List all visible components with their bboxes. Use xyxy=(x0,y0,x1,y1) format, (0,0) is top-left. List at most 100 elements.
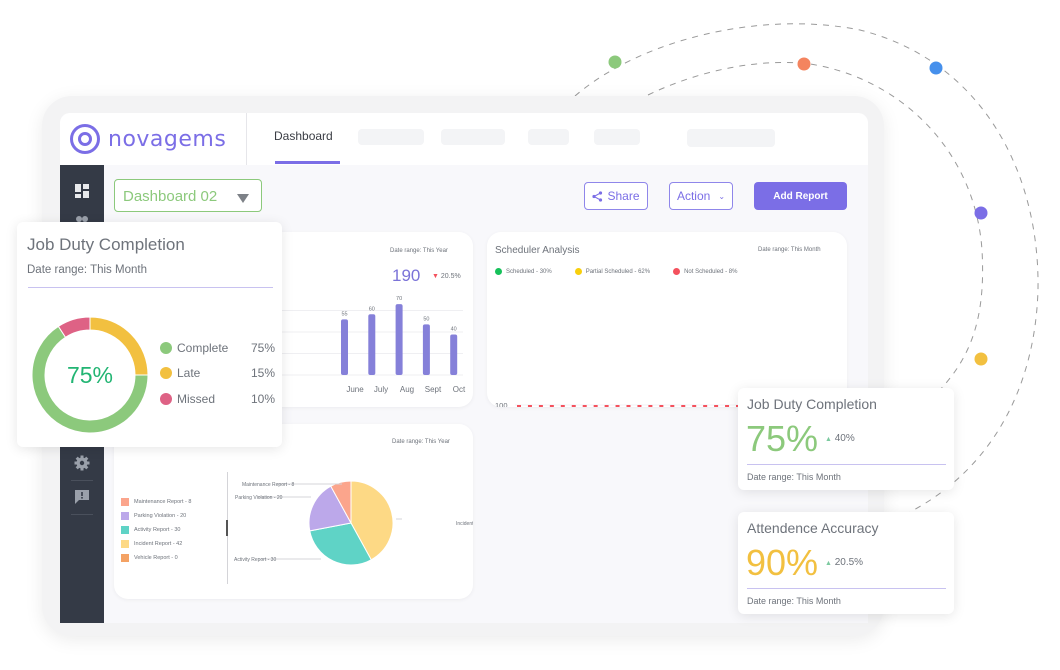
bar xyxy=(450,334,458,375)
orange-dot xyxy=(797,57,811,71)
x-tick-label: Oct xyxy=(453,385,466,394)
bar xyxy=(395,304,403,375)
donut-segment xyxy=(57,316,91,338)
job-duty-completion-popup: Job Duty Completion Date range: This Mon… xyxy=(17,222,282,447)
pie-callout-label: Activity Report - 30 xyxy=(234,557,276,563)
kpi-change-value: 20.5% xyxy=(834,557,864,568)
stacked-bar-segment xyxy=(604,405,609,407)
stacked-bar-segment xyxy=(714,405,719,407)
brand-name: novagems xyxy=(108,126,227,152)
bar-value-label: 55 xyxy=(341,311,347,317)
bar xyxy=(422,324,430,375)
nav-placeholder-2 xyxy=(441,129,505,145)
kpi-change: ▲ 40% xyxy=(825,433,855,444)
purple-dot xyxy=(974,206,988,220)
stacked-bar-segment xyxy=(549,405,554,407)
x-tick-label: June xyxy=(346,385,364,394)
pie-callout-label: Maintenance Report - 8 xyxy=(242,482,294,488)
legend-label: Complete xyxy=(177,340,229,355)
dashboard-select[interactable]: Dashboard 02 xyxy=(114,179,262,212)
scheduler-analysis-card: Scheduler Analysis Date range: This Mont… xyxy=(487,232,847,407)
legend-label: Missed xyxy=(177,391,216,406)
stacked-bar-segment xyxy=(670,405,675,407)
kpi-title: Job Duty Completion xyxy=(747,396,877,412)
stacked-bar-segment xyxy=(648,405,653,407)
reports-breakdown-card: Date range: This Year Maintenance Report… xyxy=(114,424,473,599)
stacked-bar-segment xyxy=(538,405,543,407)
bar xyxy=(341,319,348,375)
stacked-bar-segment xyxy=(593,405,598,407)
add-report-label: Add Report xyxy=(773,190,828,202)
stacked-bar-segment xyxy=(582,405,587,407)
bar-value-label: 60 xyxy=(369,306,375,312)
brand-logo[interactable]: novagems xyxy=(70,121,226,157)
active-tab-indicator xyxy=(275,161,340,164)
popup-date-range: Date range: This Month xyxy=(27,264,147,276)
kpi-date-range: Date range: This Month xyxy=(747,472,841,482)
kpi-value: 75% xyxy=(746,418,819,459)
nav-placeholder-3 xyxy=(528,129,569,145)
scheduler-stacked-chart: 0204060801000103050709111315171921232527… xyxy=(495,401,847,407)
donut-legend-item: Late 15% xyxy=(160,361,275,387)
legend-value: 15% xyxy=(250,366,275,381)
stacked-bar-segment xyxy=(681,405,686,407)
donut-legend-item: Missed 10% xyxy=(160,386,275,412)
settings-icon[interactable] xyxy=(74,455,90,471)
kpi-card-job-duty: Job Duty Completion 75% ▲ 40% Date range… xyxy=(738,388,954,490)
legend-value: 10% xyxy=(250,391,275,406)
chevron-down-icon: ⌄ xyxy=(718,191,726,201)
x-tick-label: July xyxy=(374,385,388,394)
kpi-change: ▲ 20.5% xyxy=(825,557,863,568)
bar-value-label: 70 xyxy=(396,296,402,302)
legend-dot xyxy=(160,367,172,380)
yellow-dot xyxy=(974,352,988,366)
kpi-title: Attendence Accuracy xyxy=(747,520,879,536)
nav-placeholder-1 xyxy=(358,129,424,145)
green-dot xyxy=(608,55,622,69)
divider xyxy=(747,588,946,589)
job-duty-donut-chart: 75% xyxy=(31,316,149,434)
reports-pie-chart: Maintenance Report - 8 Parking Violation … xyxy=(234,480,473,566)
legend-dot xyxy=(160,341,172,354)
pie-callout-label: Incident Report - 42 xyxy=(456,521,473,527)
caret-down-icon xyxy=(237,194,249,203)
bar-value-label: 50 xyxy=(423,316,429,322)
nav-placeholder-5 xyxy=(687,129,775,147)
share-label: Share xyxy=(607,189,640,203)
stacked-bar-segment xyxy=(517,405,521,407)
x-tick-label: Sept xyxy=(425,385,442,394)
dashboard-select-value: Dashboard 02 xyxy=(123,188,218,205)
y-tick-label: 100 xyxy=(495,401,508,407)
top-navbar: novagems Dashboard xyxy=(60,113,868,165)
stacked-bar-segment xyxy=(527,405,532,407)
divider xyxy=(246,113,247,165)
action-label: Action xyxy=(676,189,711,203)
bar-value-label: 40 xyxy=(451,327,457,333)
stacked-bar-segment xyxy=(703,405,708,407)
add-report-button[interactable]: Add Report xyxy=(754,182,847,210)
legend-dot xyxy=(160,392,172,405)
donut-center-label: 75% xyxy=(67,362,113,388)
stacked-bar-segment xyxy=(615,405,620,407)
stacked-bar-segment xyxy=(626,405,631,407)
kpi-change-value: 40% xyxy=(834,433,855,444)
legend-label: Late xyxy=(177,366,201,381)
stacked-bar-segment xyxy=(659,405,664,407)
bar xyxy=(368,314,376,375)
stacked-bar-segment xyxy=(725,405,730,407)
sidebar-divider xyxy=(71,514,93,515)
stacked-bar-segment xyxy=(692,405,697,407)
popup-title: Job Duty Completion xyxy=(27,235,185,254)
donut-legend-item: Complete 75% xyxy=(160,335,275,361)
nav-placeholder-4 xyxy=(594,129,640,145)
x-tick-label: Aug xyxy=(400,385,414,394)
share-button[interactable]: Share xyxy=(584,182,648,210)
divider xyxy=(28,287,273,288)
stacked-bar-segment xyxy=(637,405,642,407)
kpi-value: 90% xyxy=(746,542,819,583)
dashboard-icon[interactable] xyxy=(74,184,90,200)
kpi-card-attendance: Attendence Accuracy 90% ▲ 20.5% Date ran… xyxy=(738,512,954,614)
action-button[interactable]: Action ⌄ xyxy=(669,182,733,210)
tab-dashboard[interactable]: Dashboard xyxy=(274,129,333,143)
report-issue-icon[interactable] xyxy=(74,489,90,505)
